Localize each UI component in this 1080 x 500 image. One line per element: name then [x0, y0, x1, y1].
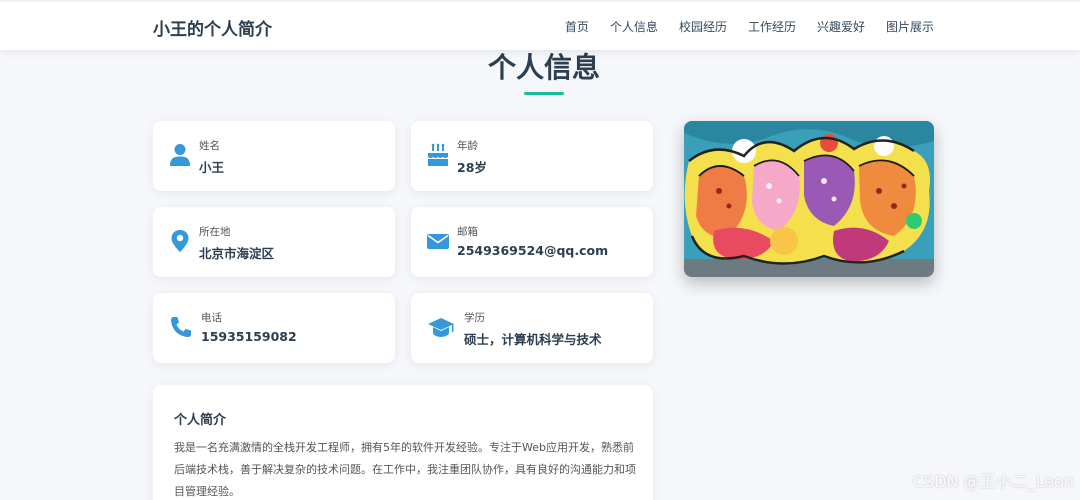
graduation-cap-icon	[428, 318, 454, 337]
info-label: 姓名	[199, 140, 220, 152]
nav-link-personal-info[interactable]: 个人信息	[610, 18, 658, 35]
info-label: 年龄	[457, 140, 478, 152]
graffiti-photo[interactable]	[684, 121, 934, 277]
nav-link-hobbies[interactable]: 兴趣爱好	[817, 18, 865, 35]
info-label: 邮箱	[457, 226, 478, 238]
section-title: 个人信息	[487, 51, 600, 84]
info-card-phone: 电话 15935159082	[153, 293, 395, 363]
nav-link-home[interactable]: 首页	[565, 18, 589, 35]
info-value: 28岁	[457, 160, 487, 175]
info-value: 小王	[199, 160, 225, 175]
info-card-education: 学历 硕士，计算机科学与技术	[411, 293, 653, 363]
bio-card: 个人简介 我是一名充满激情的全栈开发工程师，拥有5年的软件开发经验。专注于Web…	[153, 385, 653, 500]
info-value[interactable]: 2549369524@qq.com	[457, 243, 608, 258]
nav-link-campus[interactable]: 校园经历	[679, 18, 727, 35]
info-card-age: 年龄 28岁	[411, 121, 653, 191]
phone-icon	[171, 317, 191, 337]
info-label: 学历	[464, 312, 485, 324]
bio-title: 个人简介	[174, 413, 227, 428]
info-value: 北京市海淀区	[199, 246, 275, 261]
site-brand[interactable]: 小王的个人简介	[153, 15, 272, 40]
info-label: 所在地	[199, 226, 231, 238]
nav-link-work[interactable]: 工作经历	[748, 18, 796, 35]
info-label: 电话	[201, 312, 222, 324]
nav-link-gallery[interactable]: 图片展示	[886, 18, 934, 35]
nav-links: 首页 个人信息 校园经历 工作经历 兴趣爱好 图片展示	[565, 18, 934, 35]
map-marker-icon	[171, 230, 189, 252]
birthday-cake-icon	[428, 143, 448, 166]
watermark: CSDN @王小二_Leon	[912, 472, 1074, 491]
info-value[interactable]: 15935159082	[201, 329, 297, 344]
info-value: 硕士，计算机科学与技术	[464, 332, 602, 347]
navbar: 小王的个人简介 首页 个人信息 校园经历 工作经历 兴趣爱好 图片展示	[0, 2, 1080, 50]
user-icon	[170, 144, 190, 166]
info-card-name: 姓名 小王	[153, 121, 395, 191]
bio-text: 我是一名充满激情的全栈开发工程师，拥有5年的软件开发经验。专注于Web应用开发，…	[174, 441, 636, 498]
info-card-email: 邮箱 2549369524@qq.com	[411, 207, 653, 277]
envelope-icon	[427, 234, 449, 249]
info-card-location: 所在地 北京市海淀区	[153, 207, 395, 277]
title-underline	[524, 92, 564, 95]
